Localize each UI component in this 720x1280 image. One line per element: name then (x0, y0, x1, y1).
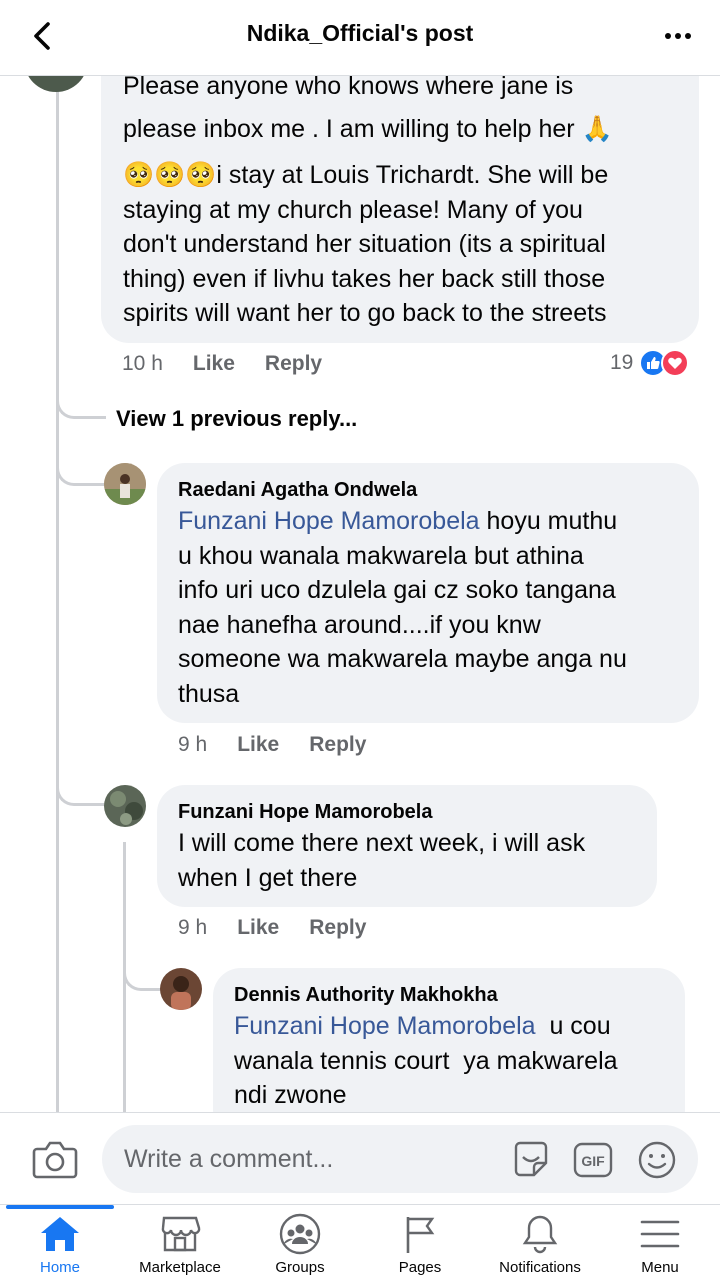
bell-icon (522, 1215, 558, 1254)
comment-actions: 10 h Like Reply (122, 352, 322, 376)
tab-label: Notifications (499, 1259, 581, 1276)
like-button[interactable]: Like (237, 733, 279, 757)
comment-text-line: spirits will want her to go back to the … (123, 299, 607, 327)
more-options-button[interactable] (658, 16, 698, 56)
tab-label: Marketplace (139, 1259, 221, 1276)
svg-text:GIF: GIF (581, 1153, 605, 1169)
comment-input-box[interactable]: Write a comment... GIF (102, 1125, 698, 1193)
mention-link[interactable]: Funzani Hope Mamorobela (234, 1012, 536, 1040)
dot-icon (685, 33, 691, 39)
comment-text-line: thusa (178, 679, 240, 708)
comment-composer: Write a comment... GIF (0, 1112, 720, 1204)
reply-button[interactable]: Reply (309, 733, 366, 757)
comment-text-line: info uri uco dzulela gai cz soko tangana (178, 576, 616, 604)
view-previous-replies-link[interactable]: View 1 previous reply... (116, 406, 357, 432)
thread-line (56, 76, 59, 1112)
comment-author[interactable]: Funzani Hope Mamorobela (178, 801, 635, 824)
tab-groups[interactable]: Groups (240, 1205, 360, 1280)
pages-icon (406, 1217, 435, 1253)
avatar[interactable] (104, 463, 146, 505)
comment-text-line: don't understand her situation (its a sp… (123, 230, 606, 258)
tab-label: Menu (641, 1259, 679, 1276)
comment-text-fragment: u cou (535, 1012, 611, 1040)
comment-text-line: when I get there (178, 863, 358, 892)
comment-bubble: Raedani Agatha Ondwela Funzani Hope Mamo… (157, 463, 699, 723)
comment-text-line: please inbox me . I am willing to help h… (123, 114, 613, 143)
page-title: Ndika_Official's post (246, 20, 474, 46)
comment-text-line: staying at my church please! Many of you (123, 195, 583, 224)
like-button[interactable]: Like (193, 352, 235, 376)
reply-button[interactable]: Reply (265, 352, 322, 376)
comment-text-line: thing) even if livhu takes her back stil… (123, 264, 606, 293)
groups-icon (279, 1213, 321, 1255)
thread-connector (123, 945, 161, 991)
dot-icon (675, 33, 681, 39)
top-bar: Ndika_Official's post (0, 0, 720, 76)
thread-connector (56, 375, 106, 419)
love-reaction-icon (661, 349, 690, 377)
camera-button[interactable] (32, 1137, 78, 1181)
tab-notifications[interactable]: Notifications (480, 1205, 600, 1280)
tab-label: Groups (275, 1259, 325, 1276)
home-icon (41, 1217, 79, 1251)
tab-marketplace[interactable]: Marketplace (120, 1205, 240, 1280)
timestamp: 9 h (178, 733, 208, 756)
comment-text-line: u khou wanala makwarela but athina (178, 541, 584, 570)
comment-actions: 9 h Like Reply (178, 733, 366, 757)
comment-text-line: someone wa makwarela maybe anga nu (178, 645, 627, 673)
comment-text-fragment: hoyu muthu (479, 507, 618, 535)
comment-text-line: ndi zwone (234, 1081, 347, 1109)
camera-icon (32, 1141, 78, 1179)
avatar[interactable] (160, 968, 202, 1010)
thread-connector (56, 760, 106, 806)
like-button[interactable]: Like (237, 916, 279, 940)
comment-text-line: Funzani Hope Mamorobela u cou (234, 1009, 663, 1044)
comment-author[interactable]: Dennis Authority Makhokha (234, 984, 663, 1007)
comment-text-line: wanala tennis court ya makwarela (234, 1046, 618, 1075)
tab-label: Home (39, 1259, 80, 1276)
reaction-count: 19 (610, 351, 634, 374)
comment-actions: 9 h Like Reply (178, 916, 366, 940)
emoji-button[interactable] (636, 1139, 678, 1181)
mention-link[interactable]: Funzani Hope Mamorobela (178, 507, 480, 535)
avatar[interactable] (104, 785, 146, 827)
comment-bubble: Please anyone who knows where jane is pl… (101, 50, 699, 343)
comment-text-line: Funzani Hope Mamorobela hoyu muthu (178, 504, 677, 539)
tab-menu[interactable]: Menu (600, 1205, 720, 1280)
comment-text-line: 🥺🥺🥺i stay at Louis Trichardt. She will b… (123, 161, 609, 189)
gif-icon: GIF (573, 1142, 613, 1178)
comment-input[interactable]: Write a comment... (124, 1145, 333, 1174)
emoji-icon (638, 1141, 676, 1179)
comment-author[interactable]: Raedani Agatha Ondwela (178, 479, 677, 502)
reply-button[interactable]: Reply (309, 916, 366, 940)
tab-label: Pages (398, 1259, 442, 1276)
comment-bubble: Funzani Hope Mamorobela I will come ther… (157, 785, 657, 907)
sticker-button[interactable] (510, 1139, 552, 1181)
comment-text-line: nae hanefha around....if you knw (178, 610, 541, 639)
menu-icon (640, 1220, 680, 1248)
thread-connector (56, 450, 106, 486)
tab-pages[interactable]: Pages (360, 1205, 480, 1280)
sticker-icon (514, 1141, 548, 1177)
timestamp: 10 h (122, 352, 163, 375)
timestamp: 9 h (178, 916, 208, 939)
comment-text-line: I will come there next week, i will ask (178, 829, 586, 857)
dot-icon (665, 33, 671, 39)
tab-home[interactable]: Home (0, 1205, 120, 1280)
bottom-tab-bar: Home Marketplace Groups Pages Notificati… (0, 1204, 720, 1280)
marketplace-icon (161, 1216, 201, 1252)
reaction-summary[interactable]: 19 (610, 349, 690, 377)
gif-button[interactable]: GIF (572, 1139, 614, 1181)
